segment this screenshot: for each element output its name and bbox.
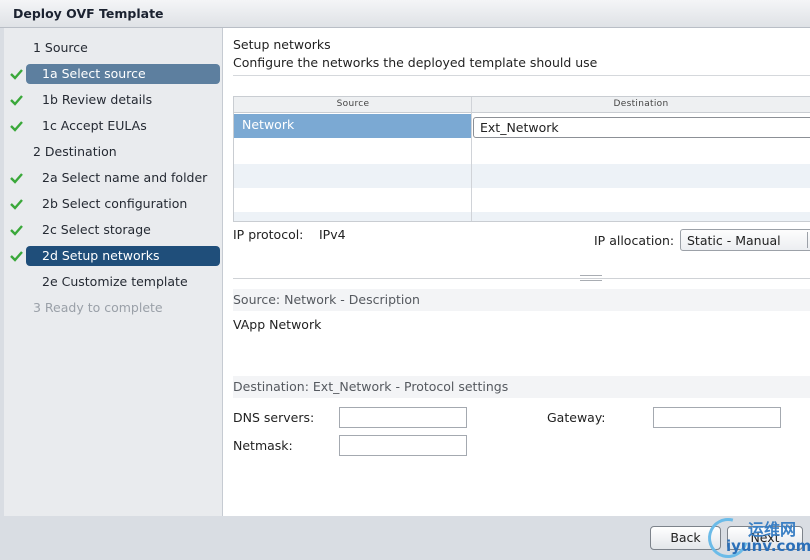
grid-header: Source Destination	[234, 97, 810, 113]
table-row-empty	[234, 164, 810, 188]
destination-settings-title: Destination: Ext_Network - Protocol sett…	[233, 379, 509, 394]
table-row-empty	[234, 212, 810, 221]
dns-servers-input[interactable]	[339, 407, 467, 428]
gateway-input[interactable]	[653, 407, 781, 428]
table-row[interactable]: Network Ext_Network	[234, 114, 810, 138]
step-label: 1b Review details	[42, 92, 153, 107]
step-review-details[interactable]: 1b Review details	[4, 90, 223, 110]
splitter[interactable]	[233, 278, 810, 279]
step-label: 2c Select storage	[42, 222, 151, 237]
step-accept-eulas[interactable]: 1c Accept EULAs	[4, 116, 223, 136]
checkmark-icon	[10, 121, 23, 132]
checkmark-icon	[10, 95, 23, 106]
destination-network-combo[interactable]: Ext_Network	[473, 117, 810, 138]
step-label: 2e Customize template	[42, 274, 188, 289]
checkmark-icon	[10, 251, 23, 262]
page-subtitle: Configure the networks the deployed temp…	[233, 55, 598, 70]
wizard-steps-sidebar: 1 Source 1a Select source 1b Review deta…	[4, 28, 223, 516]
checkmark-icon	[10, 225, 23, 236]
step-select-configuration[interactable]: 2b Select configuration	[4, 194, 223, 214]
dropdown-separator	[807, 232, 808, 248]
destination-settings-header: Destination: Ext_Network - Protocol sett…	[233, 376, 810, 398]
step-destination[interactable]: 2 Destination	[4, 142, 223, 162]
netmask-input[interactable]	[339, 435, 467, 456]
netmask-label: Netmask:	[233, 438, 293, 453]
divider	[233, 75, 810, 76]
window-titlebar: Deploy OVF Template	[0, 0, 810, 28]
source-cell[interactable]: Network	[234, 114, 471, 138]
ip-allocation-value: Static - Manual	[687, 233, 781, 248]
step-ready-to-complete: 3 Ready to complete	[4, 298, 223, 318]
step-select-name-folder[interactable]: 2a Select name and folder	[4, 168, 223, 188]
source-description-header: Source: Network - Description	[233, 289, 810, 311]
step-label: 1c Accept EULAs	[42, 118, 147, 133]
destination-network-value: Ext_Network	[480, 120, 559, 135]
gateway-label: Gateway:	[547, 410, 606, 425]
step-select-source[interactable]: 1a Select source	[4, 64, 223, 84]
network-mapping-grid: Source Destination Network Ext_Network	[233, 96, 810, 222]
step-label: 1a Select source	[42, 66, 146, 81]
main-panel: Setup networks Configure the networks th…	[223, 28, 810, 516]
step-source[interactable]: 1 Source	[4, 38, 223, 58]
column-header-destination[interactable]: Destination	[472, 99, 810, 109]
checkmark-icon	[10, 199, 23, 210]
ip-protocol-label: IP protocol:	[233, 227, 304, 242]
step-label: 1 Source	[33, 40, 88, 55]
step-customize-template[interactable]: 2e Customize template	[4, 272, 223, 292]
source-description-text: VApp Network	[233, 317, 322, 332]
step-label: 2a Select name and folder	[42, 170, 208, 185]
window-title: Deploy OVF Template	[13, 6, 164, 21]
step-select-storage[interactable]: 2c Select storage	[4, 220, 223, 240]
column-header-source[interactable]: Source	[234, 99, 472, 109]
source-network-name: Network	[242, 117, 295, 132]
next-button[interactable]: Next	[727, 526, 803, 550]
splitter-grip-icon[interactable]	[580, 275, 602, 281]
ip-allocation-label: IP allocation:	[594, 233, 675, 248]
page-title: Setup networks	[233, 37, 331, 52]
source-description-title: Source: Network - Description	[233, 292, 420, 307]
back-button[interactable]: Back	[650, 526, 721, 550]
step-label: 2 Destination	[33, 144, 117, 159]
step-label: 3 Ready to complete	[33, 300, 163, 315]
dns-servers-label: DNS servers:	[233, 410, 315, 425]
step-label: 2b Select configuration	[42, 196, 188, 211]
checkmark-icon	[10, 69, 23, 80]
column-divider	[471, 97, 472, 221]
checkmark-icon	[10, 173, 23, 184]
wizard-footer: Back Next	[0, 516, 810, 560]
ip-protocol-value: IPv4	[319, 227, 346, 242]
step-setup-networks[interactable]: 2d Setup networks	[4, 246, 223, 266]
ip-allocation-select[interactable]: Static - Manual	[680, 229, 810, 251]
step-label: 2d Setup networks	[42, 248, 160, 263]
